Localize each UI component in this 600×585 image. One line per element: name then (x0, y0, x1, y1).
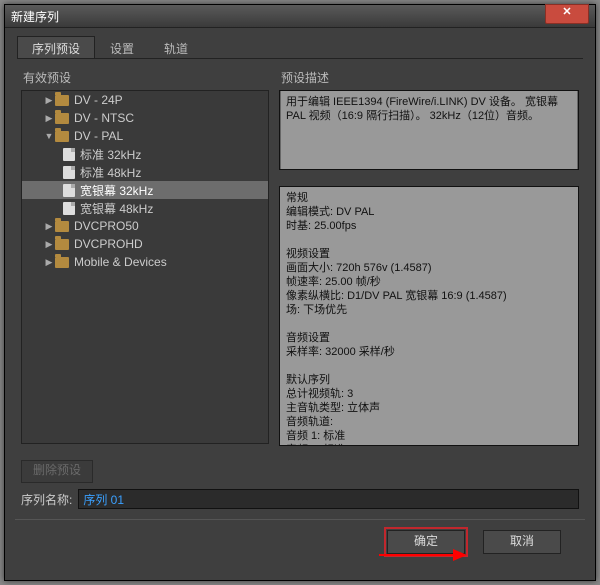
tab-presets[interactable]: 序列预设 (17, 36, 95, 58)
node-label: 宽银幕 48kHz (80, 200, 153, 217)
cancel-button[interactable]: 取消 (483, 530, 561, 554)
spec-text: 常规 编辑模式: DV PAL 时基: 25.00fps 视频设置 画面大小: … (279, 186, 579, 446)
sequence-name-input[interactable] (78, 489, 579, 509)
preset-icon (63, 148, 75, 161)
description-text: 用于编辑 IEEE1394 (FireWire/i.LINK) DV 设备。 宽… (279, 90, 579, 170)
presets-heading: 有效预设 (23, 69, 269, 86)
folder-icon (55, 95, 69, 106)
disclosure-icon: ▶ (44, 257, 54, 268)
preset-node[interactable]: 宽银幕 48kHz (22, 199, 268, 217)
preset-icon (63, 202, 75, 215)
node-label: 宽银幕 32kHz (80, 182, 153, 199)
description-heading: 预设描述 (281, 69, 579, 86)
preset-node[interactable]: 标准 32kHz (22, 145, 268, 163)
node-label: DV - PAL (74, 129, 123, 143)
folder-icon (55, 113, 69, 124)
folder-node[interactable]: ▶ DVCPROHD (22, 235, 268, 253)
preset-node[interactable]: 宽银幕 32kHz (22, 181, 268, 199)
close-icon[interactable]: ✕ (545, 4, 589, 24)
disclosure-icon: ▶ (44, 113, 54, 124)
folder-node[interactable]: ▼ DV - PAL (22, 127, 268, 145)
folder-icon (55, 221, 69, 232)
preset-node[interactable]: 标准 48kHz (22, 163, 268, 181)
node-label: DVCPROHD (74, 237, 143, 251)
folder-node[interactable]: ▶ DV - 24P (22, 91, 268, 109)
disclosure-icon: ▶ (44, 95, 54, 106)
sequence-name-label: 序列名称: (21, 491, 72, 508)
disclosure-icon: ▶ (44, 221, 54, 232)
tab-settings[interactable]: 设置 (95, 36, 149, 58)
folder-icon (55, 239, 69, 250)
window-title: 新建序列 (11, 8, 545, 25)
node-label: 标准 32kHz (80, 146, 141, 163)
delete-preset-button: 删除预设 (21, 460, 93, 483)
node-label: DV - 24P (74, 93, 123, 107)
folder-node[interactable]: ▶ DV - NTSC (22, 109, 268, 127)
disclosure-icon: ▶ (44, 239, 54, 250)
disclosure-icon: ▼ (44, 131, 54, 141)
preset-tree[interactable]: ▶ DV - 24P ▶ DV - NTSC ▼ DV - PAL 标准 32kHz标准 4… (21, 90, 269, 444)
node-label: Mobile & Devices (74, 255, 167, 269)
node-label: DV - NTSC (74, 111, 134, 125)
node-label: 标准 48kHz (80, 164, 141, 181)
folder-icon (55, 131, 69, 142)
ok-button[interactable]: 确定 (387, 530, 465, 554)
preset-icon (63, 184, 75, 197)
tab-tracks[interactable]: 轨道 (149, 36, 203, 58)
folder-icon (55, 257, 69, 268)
preset-icon (63, 166, 75, 179)
folder-node[interactable]: ▶ DVCPRO50 (22, 217, 268, 235)
tab-bar: 序列预设 设置 轨道 (17, 36, 583, 59)
folder-node[interactable]: ▶ Mobile & Devices (22, 253, 268, 271)
node-label: DVCPRO50 (74, 219, 139, 233)
